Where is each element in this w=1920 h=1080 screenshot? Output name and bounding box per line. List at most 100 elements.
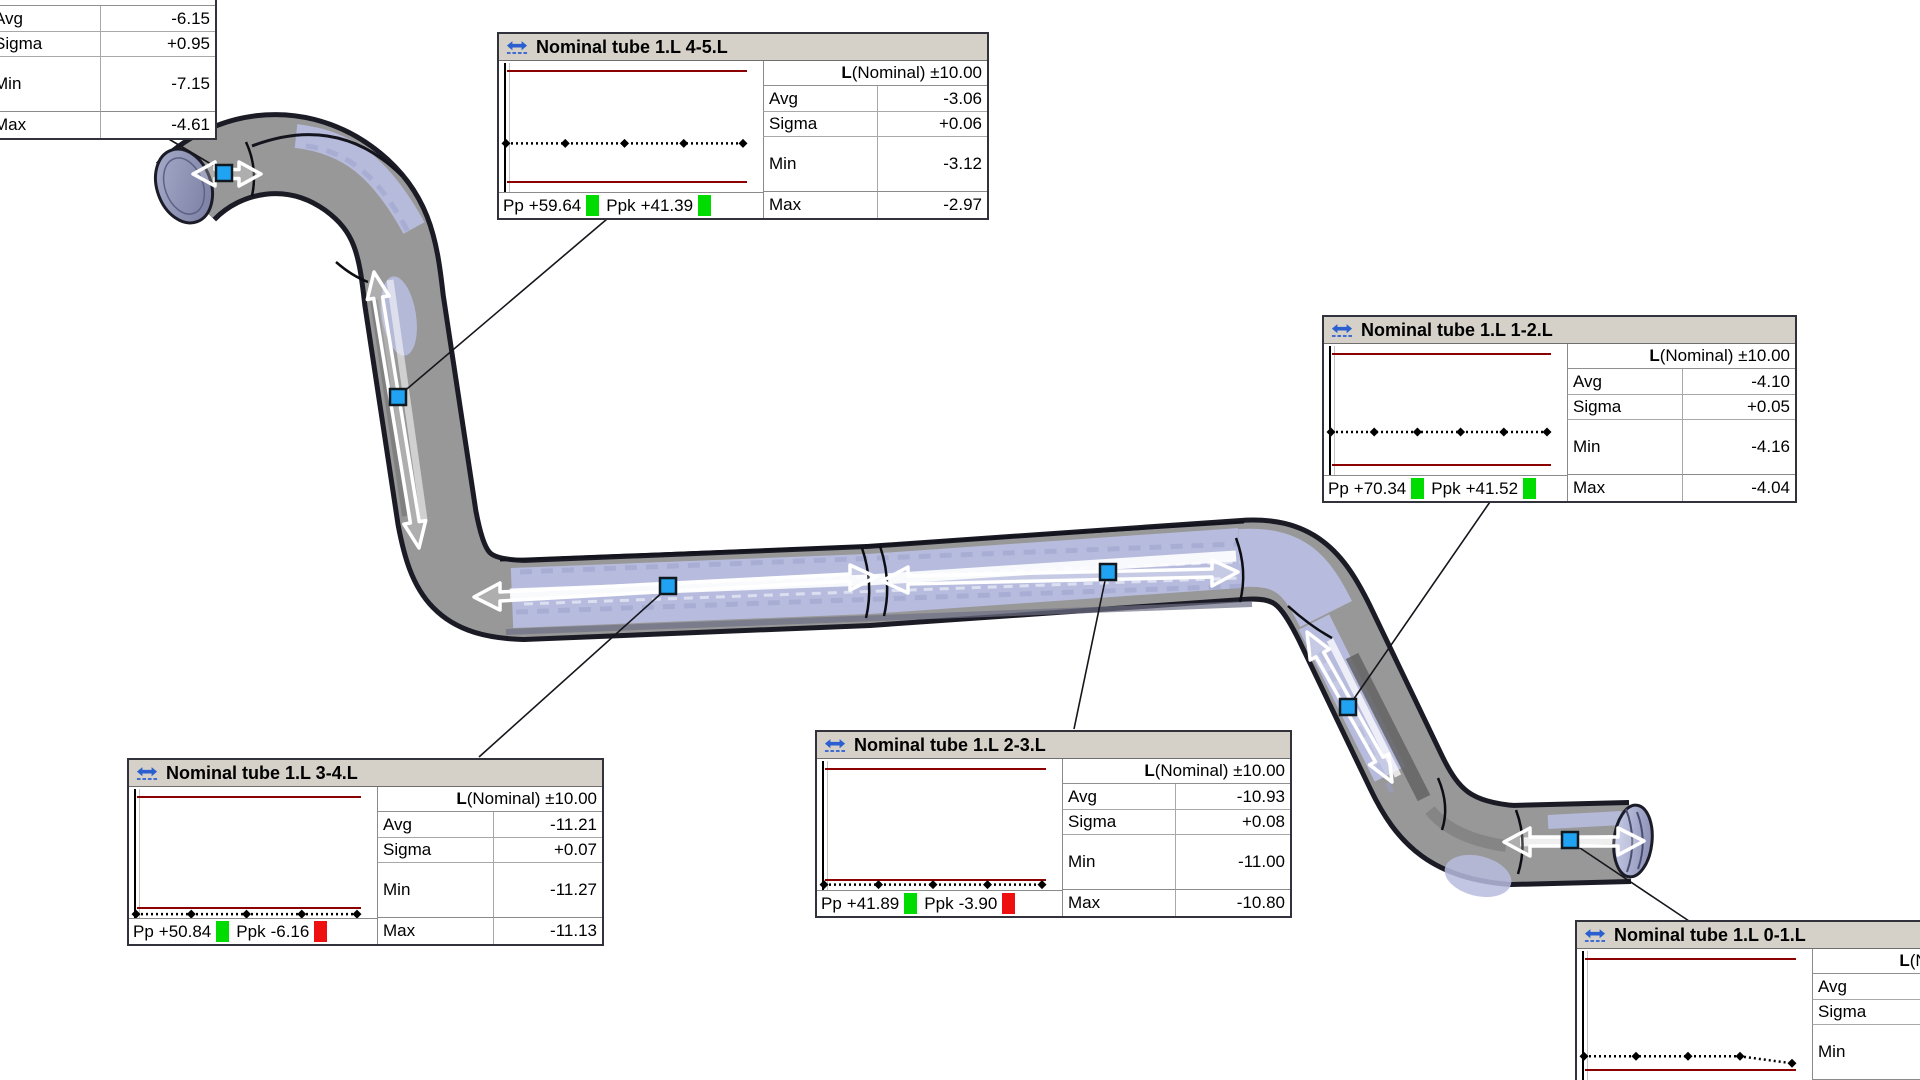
tolerance-header-bold: L (1649, 346, 1659, 366)
max-label: Max (763, 192, 877, 218)
measurement-marker[interactable] (1340, 699, 1356, 715)
pp-status-box (1411, 478, 1424, 499)
avg-value: -6.15 (100, 6, 215, 32)
trend-point (561, 139, 570, 148)
ppk-status-box (314, 921, 327, 942)
tolerance-header: L(Nominal) ±10.00 (1812, 949, 1920, 974)
trend-point (739, 139, 748, 148)
pp-label: Pp (1328, 479, 1349, 499)
sigma-value: +0.06 (877, 112, 987, 137)
panel-titlebar[interactable]: Nominal tube 1.L 0-1.L (1577, 922, 1920, 949)
trend-point (1543, 428, 1552, 437)
sigma-label: Sigma (1567, 395, 1682, 420)
caliper-icon (136, 766, 158, 781)
tolerance-header-text: (Nominal) ±10.00 (1910, 951, 1920, 971)
max-value: -4.61 (100, 112, 215, 138)
pp-label: Pp (821, 894, 842, 914)
sigma-value: +0.95 (100, 32, 215, 57)
sigma-value: +0.07 (493, 838, 602, 863)
capability-row: Pp +41.89 Ppk -3.90 (817, 890, 1062, 916)
viewport-3d[interactable]: Avg -6.15 Sigma +0.95 Min -7.15 Max -4.6… (0, 0, 1920, 1080)
avg-value: -10.93 (1175, 784, 1290, 810)
trend-sparkline (817, 759, 1062, 890)
panel-titlebar[interactable]: Nominal tube 1.L 1-2.L (1324, 317, 1795, 344)
pp-label: Pp (503, 196, 524, 216)
avg-label: Avg (1812, 974, 1920, 1000)
sigma-label: Sigma (1812, 1000, 1920, 1025)
trend-point (1499, 428, 1508, 437)
trend-point (929, 880, 938, 889)
tolerance-header: L(Nominal) ±10.00 (763, 61, 987, 86)
measurement-panel-4-5: Nominal tube 1.L 4-5.L L(Nominal) ±10.00… (497, 32, 989, 220)
tolerance-header-bold: L (1144, 761, 1154, 781)
pp-value: +50.84 (159, 922, 211, 942)
trend-point (1413, 428, 1422, 437)
trend-chart (129, 787, 377, 918)
ppk-label: Ppk (236, 922, 265, 942)
measurement-marker[interactable] (1100, 564, 1116, 580)
min-value: -11.27 (493, 863, 602, 918)
pp-value: +41.89 (847, 894, 899, 914)
avg-value: -11.21 (493, 812, 602, 838)
avg-value: -3.06 (877, 86, 987, 112)
max-value: -10.80 (1175, 890, 1290, 916)
trend-sparkline (499, 61, 763, 192)
min-value: -7.15 (100, 57, 215, 112)
trend-point (1736, 1052, 1745, 1061)
sigma-value: +0.05 (1682, 395, 1795, 420)
measurement-marker[interactable] (390, 389, 406, 405)
pp-status-box (586, 195, 599, 216)
trend-point (187, 910, 196, 918)
panel-titlebar[interactable]: Nominal tube 1.L 4-5.L (499, 34, 987, 61)
ppk-value: +41.39 (641, 196, 693, 216)
panel-title: Nominal tube 1.L 2-3.L (854, 735, 1046, 756)
max-value: -4.04 (1682, 475, 1795, 501)
trend-point (983, 880, 992, 889)
tolerance-header-bold: L (841, 63, 851, 83)
measurement-marker[interactable] (216, 165, 232, 181)
min-label: Min (1567, 420, 1682, 475)
leader-line (1351, 499, 1492, 703)
pp-status-box (904, 893, 917, 914)
ppk-value: +41.52 (1466, 479, 1518, 499)
tolerance-header-text: (Nominal) ±10.00 (1155, 761, 1285, 781)
trend-point (679, 139, 688, 148)
avg-label: Avg (1062, 784, 1175, 810)
measurement-panel-0-1: Nominal tube 1.L 0-1.L L(Nominal) ±10.00… (1575, 920, 1920, 1080)
max-label: Max (1062, 890, 1175, 916)
trend-point (353, 910, 362, 918)
sigma-value: +0.08 (1175, 810, 1290, 835)
panel-titlebar[interactable]: Nominal tube 1.L 2-3.L (817, 732, 1290, 759)
panel-titlebar[interactable]: Nominal tube 1.L 3-4.L (129, 760, 602, 787)
measurement-marker[interactable] (1562, 832, 1578, 848)
tolerance-header-text: (Nominal) ±10.00 (1660, 346, 1790, 366)
ppk-value: -3.90 (959, 894, 998, 914)
min-value: -3.12 (877, 137, 987, 192)
sigma-label: Sigma (1062, 810, 1175, 835)
caliper-icon (1331, 323, 1353, 338)
measurement-panel-3-4: Nominal tube 1.L 3-4.L L(Nominal) ±10.00… (127, 758, 604, 946)
pp-status-box (216, 921, 229, 942)
avg-label: Avg (1567, 369, 1682, 395)
max-label: Max (1567, 475, 1682, 501)
tube-lavender-end (1548, 818, 1622, 822)
ppk-status-box (698, 195, 711, 216)
ppk-value: -6.16 (271, 922, 310, 942)
min-label: Min (0, 57, 100, 112)
capability-row: Pp +50.84 Ppk -6.16 (129, 918, 377, 944)
tolerance-header-text: (Nominal) ±10.00 (852, 63, 982, 83)
tolerance-header-text: (Nominal) ±10.00 (467, 789, 597, 809)
min-value: -4.16 (1682, 420, 1795, 475)
measurement-marker[interactable] (660, 578, 676, 594)
panel-title: Nominal tube 1.L 0-1.L (1614, 925, 1806, 946)
trend-point (1370, 428, 1379, 437)
tolerance-header: L(Nominal) ±10.00 (1567, 344, 1795, 369)
min-value: -11.00 (1175, 835, 1290, 890)
ppk-status-box (1523, 478, 1536, 499)
trend-chart (817, 759, 1062, 890)
capability-row: Pp +70.34 Ppk +41.52 (1324, 475, 1567, 501)
trend-point (1456, 428, 1465, 437)
trend-point (874, 880, 883, 889)
trend-sparkline (129, 787, 377, 918)
capability-row: Pp +59.64 Ppk +41.39 (499, 192, 763, 218)
